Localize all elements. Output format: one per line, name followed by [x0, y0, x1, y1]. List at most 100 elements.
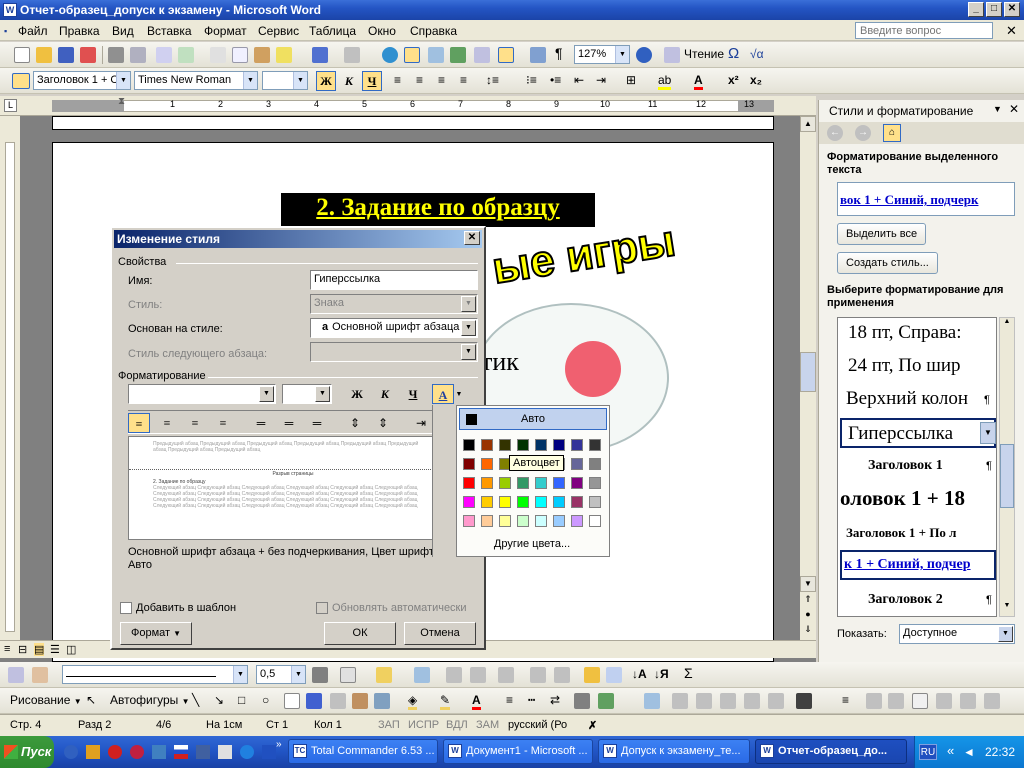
outside-border-icon[interactable]: [340, 667, 356, 683]
color-swatch[interactable]: [589, 515, 601, 527]
start-button[interactable]: Пуск: [0, 736, 54, 768]
3d-icon[interactable]: [598, 693, 614, 709]
border-color-icon[interactable]: [312, 667, 328, 683]
autoformat-icon[interactable]: [584, 667, 600, 683]
scroll-up-icon[interactable]: ▲: [1000, 318, 1014, 332]
spelling-status-icon[interactable]: ✗: [588, 719, 597, 732]
menu-table[interactable]: Таблица: [309, 24, 356, 38]
dlg-align-left-icon[interactable]: ≡: [128, 413, 150, 433]
color-swatch[interactable]: [517, 477, 529, 489]
color-swatch[interactable]: [571, 515, 583, 527]
taskbar-item-totalcmd[interactable]: TC Total Commander 6.53 ...: [288, 739, 438, 764]
oval-tool-icon[interactable]: ○: [262, 693, 269, 707]
title-bar[interactable]: W Отчет-образец_допуск к экзамену - Micr…: [0, 0, 1024, 20]
selected-format-box[interactable]: вок 1 + Синий, подчерк: [837, 182, 1015, 216]
dialog-italic-button[interactable]: К: [374, 384, 396, 404]
quicklaunch-icon[interactable]: [86, 745, 100, 759]
align-cell-icon[interactable]: [498, 667, 514, 683]
underline-button[interactable]: Ч: [362, 71, 382, 91]
rectangle-tool-icon[interactable]: □: [238, 693, 245, 707]
style-item[interactable]: Заголовок 2: [868, 592, 996, 608]
draw-extra-icon[interactable]: [768, 693, 784, 709]
cancel-button[interactable]: Отмена: [404, 622, 476, 645]
font-select[interactable]: Times New Roman ▼: [134, 71, 258, 90]
style-item[interactable]: к 1 + Синий, подчер: [844, 557, 994, 573]
outline-view-icon[interactable]: ☰: [50, 643, 60, 656]
horizontal-ruler[interactable]: L 1 2 3 4 5 6 7 8 9 10 11 12 13 ⧗: [0, 96, 816, 116]
minimize-icon[interactable]: _: [968, 2, 984, 17]
chevron-down-icon[interactable]: ▼: [259, 386, 274, 402]
spelling-icon[interactable]: [156, 47, 172, 63]
undo-icon[interactable]: [312, 47, 328, 63]
style-item-highlighted[interactable]: к 1 + Синий, подчер: [840, 550, 996, 580]
quicklaunch-icon[interactable]: [240, 745, 254, 759]
quicklaunch-icon[interactable]: [108, 745, 122, 759]
text-direction-icon[interactable]: [606, 667, 622, 683]
clock[interactable]: 22:32: [985, 745, 1015, 759]
dialog-title-bar[interactable]: Изменение стиля ✕: [114, 230, 482, 248]
wordart-icon[interactable]: [306, 693, 322, 709]
add-template-label[interactable]: Добавить в шаблон: [136, 602, 236, 614]
picture-toolbar-icon[interactable]: [644, 693, 660, 709]
line-style-icon[interactable]: ≡: [506, 693, 513, 707]
borders-icon[interactable]: ⊞: [626, 73, 636, 87]
insert-table-icon[interactable]: [428, 47, 444, 63]
chevron-down-icon[interactable]: ▼: [980, 422, 996, 444]
vertical-scrollbar[interactable]: ▲ ▼ ⇑ ● ⇓: [800, 116, 816, 640]
bold-button[interactable]: Ж: [316, 71, 336, 91]
line-spacing-icon[interactable]: ↕≡: [486, 73, 499, 87]
dlg-space-after-icon[interactable]: ⇕: [372, 413, 394, 433]
show-select[interactable]: Доступное ▼: [899, 624, 1015, 644]
ok-button[interactable]: ОК: [324, 622, 396, 645]
dlg-align-right-icon[interactable]: ≡: [184, 413, 206, 433]
based-on-select[interactable]: a Основной шрифт абзаца ▼: [310, 318, 478, 338]
quicklaunch-icon[interactable]: [196, 745, 210, 759]
quicklaunch-more-icon[interactable]: »: [276, 739, 282, 750]
autosum-icon[interactable]: Σ: [684, 665, 693, 681]
style-item[interactable]: Заголовок 1: [868, 458, 996, 474]
color-swatch[interactable]: [499, 496, 511, 508]
italic-button[interactable]: К: [339, 71, 359, 91]
color-swatch[interactable]: [535, 496, 547, 508]
style-item-selected[interactable]: Гиперссылка ▼: [840, 418, 996, 448]
quicklaunch-icon[interactable]: [64, 745, 78, 759]
style-item[interactable]: Верхний колон: [846, 388, 992, 410]
document-map-icon[interactable]: [530, 47, 546, 63]
status-track[interactable]: ИСПР: [408, 719, 439, 731]
draw-extra-icon[interactable]: [744, 693, 760, 709]
color-swatch[interactable]: [571, 439, 583, 451]
columns-icon[interactable]: [474, 47, 490, 63]
color-swatch[interactable]: [589, 439, 601, 451]
dialog-font-select[interactable]: ▼: [128, 384, 276, 404]
chevron-down-icon[interactable]: ▼: [116, 72, 130, 89]
more-colors-button[interactable]: Другие цвета...: [457, 538, 607, 550]
taskbar-item-doc1[interactable]: W Документ1 - Microsoft ...: [443, 739, 593, 764]
color-swatch[interactable]: [517, 439, 529, 451]
style-item[interactable]: Заголовок 1 + По л: [846, 525, 992, 541]
maximize-icon[interactable]: □: [986, 2, 1002, 17]
color-swatch[interactable]: [571, 458, 583, 470]
drawing-menu-button[interactable]: Рисование ▼: [10, 693, 82, 707]
chevron-down-icon[interactable]: ▼: [243, 72, 257, 89]
dlg-half-spacing-icon[interactable]: ═: [278, 413, 300, 433]
color-swatch[interactable]: [481, 515, 493, 527]
taskpane-menu-icon[interactable]: ▼: [993, 104, 1002, 114]
style-list-scrollbar[interactable]: ▲ ▼: [999, 317, 1015, 617]
color-swatch[interactable]: [517, 496, 529, 508]
redo-icon[interactable]: [344, 47, 360, 63]
browse-object-icon[interactable]: ●: [800, 609, 816, 623]
numbering-icon[interactable]: ⁝≡: [526, 73, 537, 87]
color-swatch[interactable]: [535, 439, 547, 451]
draw-extra-icon[interactable]: [888, 693, 904, 709]
dialog-bold-button[interactable]: Ж: [346, 384, 368, 404]
textbox-icon[interactable]: [284, 693, 300, 709]
dlg-indent-icon[interactable]: ⇥: [410, 413, 432, 433]
volume-icon[interactable]: ◄: [963, 745, 975, 759]
print-icon[interactable]: [108, 47, 124, 63]
font-size-select[interactable]: ▼: [262, 71, 308, 90]
quicklaunch-icon[interactable]: [262, 745, 276, 759]
menu-file[interactable]: Файл: [18, 24, 48, 38]
name-input[interactable]: Гиперссылка: [310, 270, 478, 290]
color-swatch[interactable]: [481, 496, 493, 508]
taskbar-item-dopusk[interactable]: W Допуск к экзамену_те...: [598, 739, 750, 764]
